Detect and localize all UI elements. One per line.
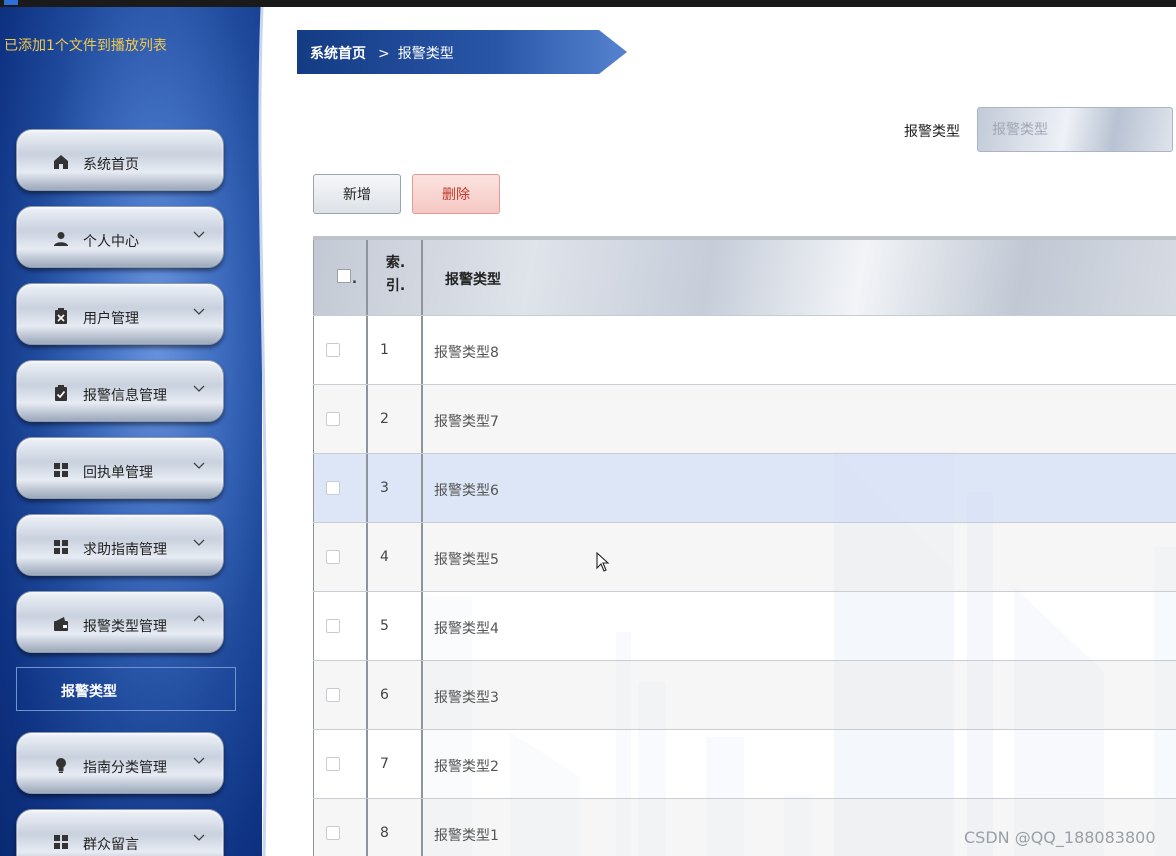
type-column-header: 报警类型 <box>445 272 501 288</box>
row-alarm-type: 报警类型6 <box>434 483 499 499</box>
sidebar-item-user-management[interactable]: 用户管理 <box>16 283 224 345</box>
sidebar-wave-edge <box>258 7 274 856</box>
sidebar-item-label: 回执单管理 <box>83 465 153 481</box>
chevron-down-icon <box>193 231 205 238</box>
row-checkbox[interactable] <box>326 826 340 840</box>
row-alarm-type: 报警类型7 <box>434 414 499 430</box>
row-checkbox[interactable] <box>326 619 340 633</box>
clipboard-check-icon <box>55 385 67 401</box>
watermark: CSDN @QQ_188083800 <box>964 828 1156 847</box>
sidebar-item-label: 求助指南管理 <box>83 542 167 558</box>
select-column-header: . <box>352 272 357 287</box>
header-index-cell: 索. 引. <box>368 240 423 315</box>
breadcrumb-current: 报警类型 <box>397 46 454 62</box>
chevron-down-icon <box>193 385 205 392</box>
chevron-up-icon <box>193 615 205 622</box>
sidebar-item-public-messages[interactable]: 群众留言 <box>16 809 224 856</box>
playlist-notice: 已添加1个文件到播放列表 <box>4 38 167 54</box>
sidebar-item-receipt-management[interactable]: 回执单管理 <box>16 437 224 499</box>
table-row[interactable]: 8 报警类型1 <box>313 798 1176 856</box>
sidebar-item-guide-category-management[interactable]: 指南分类管理 <box>16 732 224 794</box>
alarm-type-table: . 索. 引. 报警类型 1 报警类型8 2 报警类型7 3 报警类型6 4 报… <box>313 236 1176 856</box>
row-index: 8 <box>380 825 389 841</box>
home-icon <box>54 155 68 169</box>
table-row[interactable]: 7 报警类型2 <box>313 729 1176 798</box>
sidebar-item-label: 报警信息管理 <box>83 388 167 404</box>
delete-button[interactable]: 删除 <box>412 174 500 214</box>
chevron-down-icon <box>193 539 205 546</box>
row-index: 1 <box>380 342 389 358</box>
chevron-down-icon <box>193 308 205 315</box>
breadcrumb: 系统首页 > 报警类型 <box>297 30 627 74</box>
grid-icon <box>54 463 68 477</box>
table-row[interactable]: 5 报警类型4 <box>313 591 1176 660</box>
main-content: 系统首页>报警类型 报警类型 新增 删除 . 索. 引. 报警类型 1 报 <box>274 7 1176 856</box>
header-type-cell: 报警类型 <box>423 240 1176 315</box>
row-alarm-type: 报警类型8 <box>434 345 499 361</box>
index-header-line2: 引. <box>385 278 406 294</box>
mouse-cursor-icon <box>596 552 610 572</box>
sidebar-item-label: 用户管理 <box>83 311 139 327</box>
sidebar-item-alarm-type-management[interactable]: 报警类型管理 <box>16 591 224 653</box>
table-row[interactable]: 3 报警类型6 <box>313 453 1176 522</box>
chevron-down-icon <box>193 834 205 841</box>
sidebar-item-label: 个人中心 <box>83 234 139 250</box>
sidebar-item-help-guide-management[interactable]: 求助指南管理 <box>16 514 224 576</box>
table-row[interactable]: 1 报警类型8 <box>313 315 1176 384</box>
row-checkbox[interactable] <box>326 343 340 357</box>
table-header: . 索. 引. 报警类型 <box>313 236 1176 315</box>
row-checkbox[interactable] <box>326 550 340 564</box>
row-alarm-type: 报警类型5 <box>434 552 499 568</box>
row-alarm-type: 报警类型3 <box>434 690 499 706</box>
person-icon <box>54 232 68 246</box>
row-index: 7 <box>380 756 389 772</box>
sidebar-item-label: 指南分类管理 <box>83 760 167 776</box>
breadcrumb-home-link[interactable]: 系统首页 <box>310 46 366 62</box>
select-all-checkbox[interactable] <box>337 269 351 283</box>
sidebar-item-label: 系统首页 <box>83 157 139 173</box>
alarm-type-search-input[interactable] <box>977 107 1173 152</box>
sidebar: 已添加1个文件到播放列表 系统首页 个人中心 用户管理 报警信息管理 回执单管理… <box>0 7 262 856</box>
sidebar-item-home[interactable]: 系统首页 <box>16 129 224 191</box>
sidebar-subitem-label: 报警类型 <box>61 684 117 700</box>
add-button[interactable]: 新增 <box>313 174 401 214</box>
grid-icon <box>54 835 68 849</box>
row-checkbox[interactable] <box>326 481 340 495</box>
clipboard-x-icon <box>55 308 67 324</box>
index-header-line1: 索. <box>385 255 406 271</box>
row-checkbox[interactable] <box>326 688 340 702</box>
chevron-down-icon <box>193 757 205 764</box>
row-index: 3 <box>380 480 389 496</box>
table-row[interactable]: 6 报警类型3 <box>313 660 1176 729</box>
app-icon <box>4 0 18 5</box>
grid-icon <box>54 540 68 554</box>
table-row[interactable]: 2 报警类型7 <box>313 384 1176 453</box>
breadcrumb-separator: > <box>378 46 390 62</box>
row-index: 2 <box>380 411 389 427</box>
sidebar-item-label: 群众留言 <box>83 837 139 853</box>
sidebar-item-personal-center[interactable]: 个人中心 <box>16 206 224 268</box>
row-checkbox[interactable] <box>326 412 340 426</box>
wallet-icon <box>54 617 68 631</box>
row-index: 5 <box>380 618 389 634</box>
row-alarm-type: 报警类型2 <box>434 759 499 775</box>
row-index: 6 <box>380 687 389 703</box>
window-top-bar <box>0 0 1176 7</box>
sidebar-item-label: 报警类型管理 <box>83 619 167 635</box>
chevron-down-icon <box>193 462 205 469</box>
row-checkbox[interactable] <box>326 757 340 771</box>
search-label: 报警类型 <box>904 124 960 140</box>
table-row[interactable]: 4 报警类型5 <box>313 522 1176 591</box>
row-alarm-type: 报警类型4 <box>434 621 499 637</box>
header-select-cell: . <box>313 240 368 315</box>
row-index: 4 <box>380 549 389 565</box>
sidebar-item-alarm-info-management[interactable]: 报警信息管理 <box>16 360 224 422</box>
row-alarm-type: 报警类型1 <box>434 828 499 844</box>
sidebar-subitem-alarm-type[interactable]: 报警类型 <box>16 667 236 711</box>
bulb-icon <box>56 758 66 773</box>
